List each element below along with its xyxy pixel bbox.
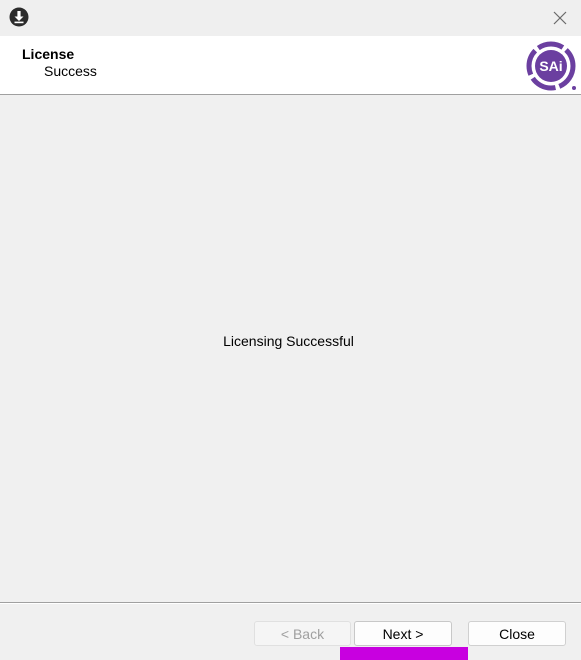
close-icon[interactable] <box>546 4 574 32</box>
back-button[interactable]: < Back <box>254 621 351 646</box>
wizard-header: License Success SAi <box>0 36 581 95</box>
content-area: Licensing Successful <box>0 95 581 602</box>
footer-divider-highlight <box>0 603 581 604</box>
download-icon <box>9 7 29 27</box>
next-button[interactable]: Next > <box>354 621 452 646</box>
license-dialog: License Success SAi Licensing Successful… <box>0 0 581 660</box>
sai-logo: SAi <box>524 39 578 93</box>
page-subtitle: Success <box>44 63 97 79</box>
status-message: Licensing Successful <box>223 333 354 349</box>
logo-text: SAi <box>539 58 562 74</box>
page-title: License <box>22 46 75 62</box>
close-button[interactable]: Close <box>468 621 566 646</box>
title-bar <box>0 0 581 36</box>
highlight-bar <box>340 647 468 660</box>
